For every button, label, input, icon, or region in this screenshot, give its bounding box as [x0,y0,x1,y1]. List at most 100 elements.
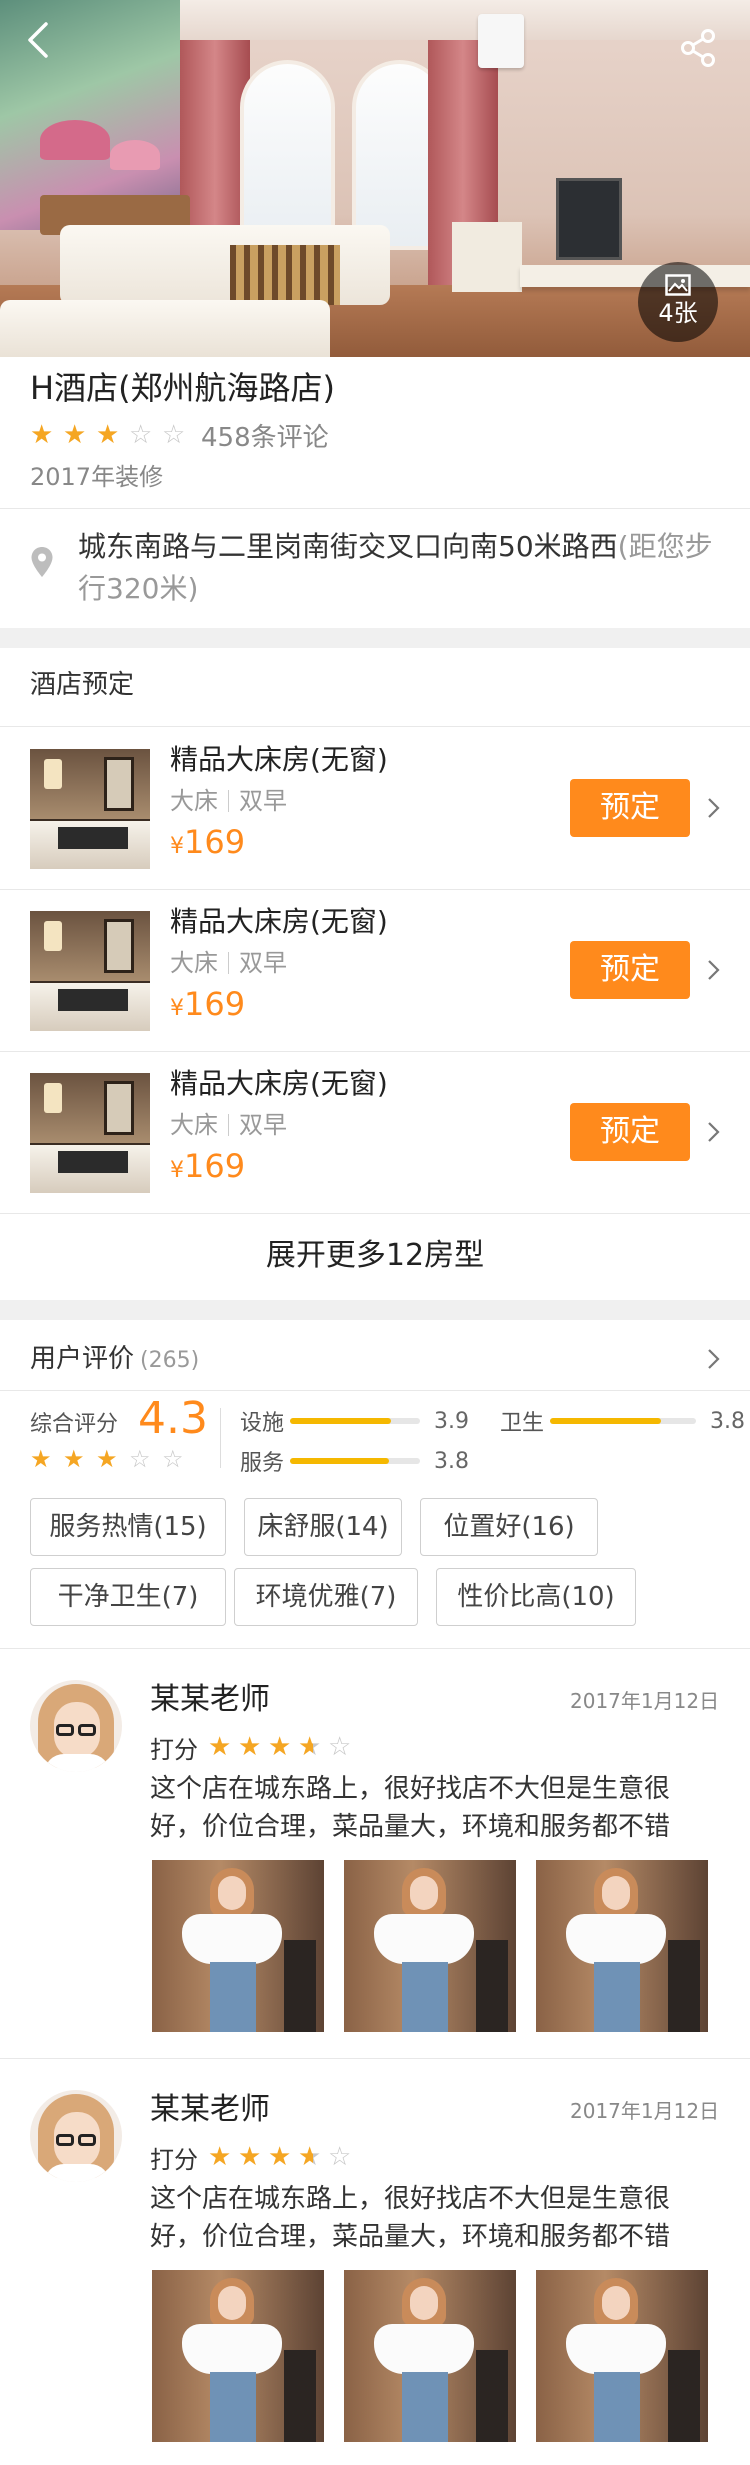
star-empty-icon: ☆ [328,1732,352,1762]
sub-score-bar [290,1458,421,1464]
review-score-label: 打分 [150,2145,198,2174]
room-photo-part [104,757,134,811]
overall-score: 综合评分 4.3 ★ ★ ★ ☆ ☆ [30,1394,220,1476]
room-name: 精品大床房(无窗) [170,743,388,776]
hotel-rating-row[interactable]: ★ ★ ★ ☆ ☆ 458条评论 [30,417,329,454]
chevron-right-icon[interactable] [706,1117,722,1147]
meta-separator [228,1114,229,1136]
review-tag[interactable]: 干净卫生(7) [30,1568,226,1626]
star-filled-icon: ★ [96,420,120,450]
back-arrow-icon[interactable] [20,20,60,60]
price-amount: 169 [184,985,246,1023]
picture-icon [665,274,691,296]
reviews-count: (265) [140,1348,200,1373]
booking-section-title: 酒店预定 [30,670,135,700]
room-thumbnail[interactable] [30,1073,150,1193]
expand-more-rooms-button[interactable]: 展开更多12房型 [0,1213,750,1299]
section-gap [0,628,750,648]
avatar[interactable] [30,2090,122,2182]
photo-part [210,2372,256,2442]
room-row[interactable]: 精品大床房(无窗) 大床 双早 ¥169 预定 [0,727,750,889]
room-thumbnail[interactable] [30,749,150,869]
avatar-part [44,1754,110,1772]
photo-part [402,1962,448,2032]
hotel-hero-image[interactable]: 4张 [0,0,750,357]
room-photo-part [104,919,134,973]
review-count[interactable]: 458条评论 [201,417,329,454]
room-photo-part [44,921,62,951]
star-filled-icon: ★ [268,2142,292,2172]
photo-count-text: 4张 [658,299,698,327]
star-filled-icon: ★ [238,2142,262,2172]
review-photo[interactable] [152,2270,324,2442]
star-half-icon: ★ [298,1734,328,1760]
book-button[interactable]: 预定 [570,1103,690,1161]
room-meta: 大床 双早 [170,947,287,979]
room-bed-type: 大床 [170,1111,218,1139]
room-row[interactable]: 精品大床房(无窗) 大床 双早 ¥169 预定 [0,1051,750,1213]
review-text[interactable]: 这个店在城东路上，很好找店不大但是生意很好，价位合理，菜品量大，环境和服务都不错 [150,2180,710,2256]
book-button[interactable]: 预定 [570,941,690,999]
avatar-part [44,2164,110,2182]
address-street: 城东南路与二里岗南街交叉口向南50米路西 [78,530,618,563]
star-filled-icon: ★ [63,1445,85,1473]
star-filled-icon: ★ [238,1732,262,1762]
review-photo[interactable] [152,1860,324,2032]
review-tag[interactable]: 位置好(16) [420,1498,598,1556]
chevron-right-icon[interactable] [706,793,722,823]
room-photo-part [104,1081,134,1135]
photo-part [668,1940,700,2032]
star-filled-icon: ★ [30,420,54,450]
renovation-year: 2017年装修 [30,463,164,491]
room-thumbnail[interactable] [30,911,150,1031]
hero-bed [0,300,330,357]
sub-score-bar-fill [290,1418,392,1424]
room-breakfast: 双早 [239,949,287,977]
photo-count-badge[interactable]: 4张 [638,262,718,342]
divider [0,2058,750,2059]
review-text[interactable]: 这个店在城东路上，很好找店不大但是生意很好，价位合理，菜品量大，环境和服务都不错 [150,1770,710,1846]
star-half-icon: ★ [298,2144,328,2170]
hero-bed-runner [230,245,340,305]
review-star-rating: ★ ★ ★ ★ ☆ [208,1734,358,1760]
reviews-header[interactable]: 用户评价 (265) [0,1320,750,1390]
sub-score-0: 设施 3.9 [240,1406,469,1437]
room-breakfast: 双早 [239,1111,287,1139]
share-icon[interactable] [678,28,718,68]
chevron-right-icon[interactable] [706,955,722,985]
review-score: 打分 ★ ★ ★ ★ ☆ [150,2140,358,2174]
star-empty-icon: ☆ [129,1445,151,1473]
review-date: 2017年1月12日 [570,1689,720,1713]
avatar[interactable] [30,1680,122,1772]
review-tag[interactable]: 性价比高(10) [436,1568,636,1626]
photo-part [402,2372,448,2442]
reviews-title: 用户评价 [30,1344,135,1374]
review-photo[interactable] [344,1860,516,2032]
divider [0,1648,750,1649]
photo-part [476,2350,508,2442]
review-photo[interactable] [536,2270,708,2442]
review-tag[interactable]: 环境优雅(7) [234,1568,418,1626]
review-tag[interactable]: 服务热情(15) [30,1498,226,1556]
review-photo[interactable] [344,2270,516,2442]
overall-score-label: 综合评分 [30,1412,119,1437]
review-photo[interactable] [536,1860,708,2032]
review-score-label: 打分 [150,1735,198,1764]
star-filled-icon: ★ [268,1732,292,1762]
reviewer-name: 某某老师 [150,2092,270,2127]
address-row[interactable]: 城东南路与二里岗南街交叉口向南50米路西(距您步行320米) [0,510,750,628]
meta-separator [228,952,229,974]
photo-part [594,1962,640,2032]
photo-part [284,1940,316,2032]
price-amount: 169 [184,823,246,861]
room-price: ¥169 [170,985,245,1029]
book-button[interactable]: 预定 [570,779,690,837]
room-price: ¥169 [170,1147,245,1191]
room-row[interactable]: 精品大床房(无窗) 大床 双早 ¥169 预定 [0,889,750,1051]
review-tag[interactable]: 床舒服(14) [244,1498,402,1556]
chevron-right-icon[interactable] [706,1344,722,1374]
photo-part [374,1914,474,1964]
reviews-title-wrap: 用户评价 (265) [30,1338,199,1375]
photo-part [566,1914,666,1964]
photo-part [476,1940,508,2032]
